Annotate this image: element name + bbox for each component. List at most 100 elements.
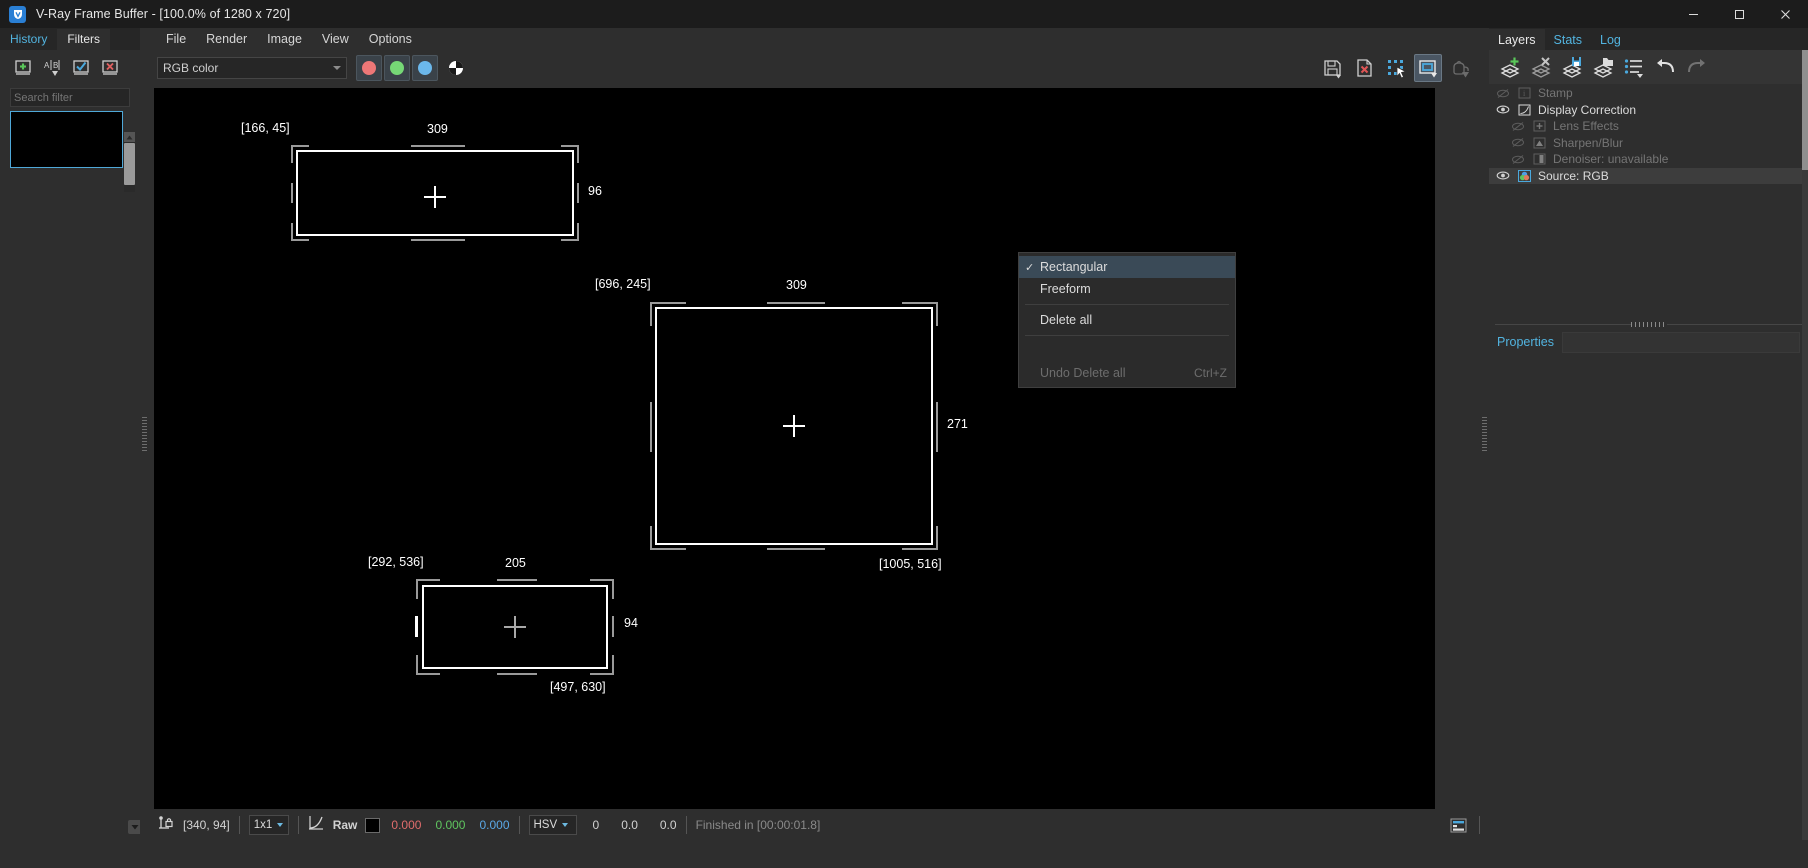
right-splitter[interactable]	[1480, 28, 1489, 840]
layer-row-stamp[interactable]: i Stamp	[1489, 85, 1808, 102]
load-layers-icon[interactable]	[1591, 55, 1616, 80]
edge-handle-left[interactable]	[291, 183, 293, 203]
context-menu-item-undo-delete-all[interactable]	[1019, 340, 1235, 362]
delete-history-icon[interactable]	[98, 56, 122, 80]
chevron-down-icon[interactable]	[277, 823, 284, 827]
corner-handle-tl[interactable]	[291, 145, 293, 163]
visibility-off-icon[interactable]	[1510, 153, 1526, 166]
tab-stats[interactable]: Stats	[1545, 29, 1592, 50]
edge-handle-right[interactable]	[612, 616, 614, 637]
minimize-button[interactable]	[1670, 0, 1716, 28]
left-splitter[interactable]	[140, 28, 149, 840]
chevron-down-icon[interactable]	[333, 66, 341, 70]
scrollbar-thumb[interactable]	[124, 143, 135, 185]
visibility-on-icon[interactable]	[1495, 103, 1511, 116]
visibility-on-icon[interactable]	[1495, 169, 1511, 182]
corner-handle-br2[interactable]	[561, 239, 579, 241]
blue-channel-toggle[interactable]	[412, 55, 438, 81]
check-history-icon[interactable]	[69, 56, 93, 80]
tab-filters[interactable]: Filters	[57, 29, 111, 50]
edge-handle-top[interactable]	[497, 579, 537, 581]
delete-layer-icon[interactable]	[1529, 55, 1554, 80]
context-menu-item-rectangular[interactable]: ✓ Rectangular	[1019, 256, 1235, 278]
tab-history[interactable]: History	[0, 29, 57, 50]
add-layer-icon[interactable]	[1498, 55, 1523, 80]
corner-handle-br2[interactable]	[590, 673, 614, 675]
corner-handle-bl[interactable]	[650, 526, 652, 550]
layer-row-lens-effects[interactable]: Lens Effects	[1489, 118, 1808, 135]
properties-content[interactable]	[1561, 331, 1800, 353]
redo-layer-icon[interactable]	[1684, 55, 1709, 80]
corner-handle-bl2[interactable]	[416, 673, 440, 675]
close-button[interactable]	[1762, 0, 1808, 28]
menu-options[interactable]: Options	[360, 30, 421, 48]
region-center-crosshair[interactable]	[424, 186, 446, 208]
region-select-icon[interactable]	[1382, 54, 1410, 82]
edge-handle-left[interactable]	[415, 616, 418, 637]
sort-ab-icon[interactable]: A B	[40, 56, 64, 80]
properties-label[interactable]: Properties	[1489, 335, 1562, 349]
alpha-channel-toggle[interactable]	[443, 55, 469, 81]
render-region-icon[interactable]	[1414, 54, 1442, 82]
undo-layer-icon[interactable]	[1653, 55, 1678, 80]
corner-handle-bl2[interactable]	[650, 548, 686, 550]
red-channel-toggle[interactable]	[356, 55, 382, 81]
layer-row-denoiser[interactable]: Denoiser: unavailable	[1489, 151, 1808, 168]
edge-handle-bottom[interactable]	[411, 239, 465, 241]
channel-select-dropdown[interactable]: RGB color	[157, 57, 347, 79]
scroll-up-arrow-icon[interactable]	[124, 132, 135, 142]
right-panel-scrollbar[interactable]	[1802, 50, 1808, 840]
history-scrollbar[interactable]	[124, 132, 135, 192]
menu-file[interactable]: File	[157, 30, 195, 48]
green-channel-toggle[interactable]	[384, 55, 410, 81]
layer-row-source-rgb[interactable]: Source: RGB	[1489, 167, 1808, 184]
edge-handle-top[interactable]	[411, 145, 465, 147]
add-history-item-icon[interactable]	[11, 56, 35, 80]
sample-size-dropdown[interactable]: 1x1	[248, 815, 289, 835]
corner-handle-bl2[interactable]	[291, 239, 309, 241]
corner-handle-tl2[interactable]	[650, 302, 686, 304]
edge-handle-left[interactable]	[650, 402, 652, 452]
edge-handle-bottom[interactable]	[767, 548, 825, 550]
render-last-teapot-icon[interactable]	[1446, 54, 1474, 82]
menu-render[interactable]: Render	[197, 30, 256, 48]
chevron-down-icon[interactable]	[562, 823, 569, 827]
tab-layers[interactable]: Layers	[1489, 29, 1545, 50]
corrections-curve-icon[interactable]	[308, 814, 325, 836]
visibility-off-icon[interactable]	[1510, 136, 1526, 149]
color-mode-dropdown[interactable]: HSV	[528, 815, 577, 835]
corner-handle-br[interactable]	[612, 655, 614, 675]
tab-log[interactable]: Log	[1591, 29, 1630, 50]
corner-handle-tr[interactable]	[577, 145, 579, 163]
clear-image-icon[interactable]	[1350, 54, 1378, 82]
properties-splitter[interactable]	[1489, 318, 1808, 330]
corner-handle-br[interactable]	[936, 526, 938, 550]
region-context-menu[interactable]: ✓ Rectangular Freeform Delete all Undo D…	[1018, 252, 1236, 388]
layer-presets-icon[interactable]	[1622, 55, 1647, 80]
save-image-icon[interactable]	[1318, 54, 1346, 82]
corner-handle-tr[interactable]	[612, 579, 614, 599]
corner-handle-tr2[interactable]	[561, 145, 579, 147]
layer-row-display-correction[interactable]: Display Correction	[1489, 102, 1808, 119]
region-center-crosshair[interactable]	[504, 616, 526, 638]
corner-handle-tl2[interactable]	[291, 145, 309, 147]
search-input[interactable]	[14, 91, 156, 104]
pixel-lock-icon[interactable]	[157, 814, 174, 836]
corner-handle-br2[interactable]	[902, 548, 938, 550]
context-menu-item-freeform[interactable]: Freeform	[1019, 278, 1235, 300]
scrollbar-thumb[interactable]	[1802, 50, 1808, 170]
stamp-panel-icon[interactable]	[1450, 818, 1467, 833]
context-menu-item-delete-all[interactable]: Delete all	[1019, 309, 1235, 331]
edge-handle-right[interactable]	[577, 183, 579, 203]
corner-handle-bl[interactable]	[416, 655, 418, 675]
corner-handle-tl2[interactable]	[416, 579, 440, 581]
corner-handle-tl[interactable]	[650, 302, 652, 326]
region-center-crosshair[interactable]	[783, 415, 805, 437]
raw-mode-label[interactable]: Raw	[333, 818, 358, 832]
history-thumbnail-list[interactable]	[10, 111, 123, 168]
edge-handle-bottom[interactable]	[497, 673, 537, 675]
save-layers-icon[interactable]	[1560, 55, 1585, 80]
corner-handle-tr2[interactable]	[590, 579, 614, 581]
corner-handle-tr[interactable]	[936, 302, 938, 326]
visibility-off-icon[interactable]	[1495, 87, 1511, 100]
